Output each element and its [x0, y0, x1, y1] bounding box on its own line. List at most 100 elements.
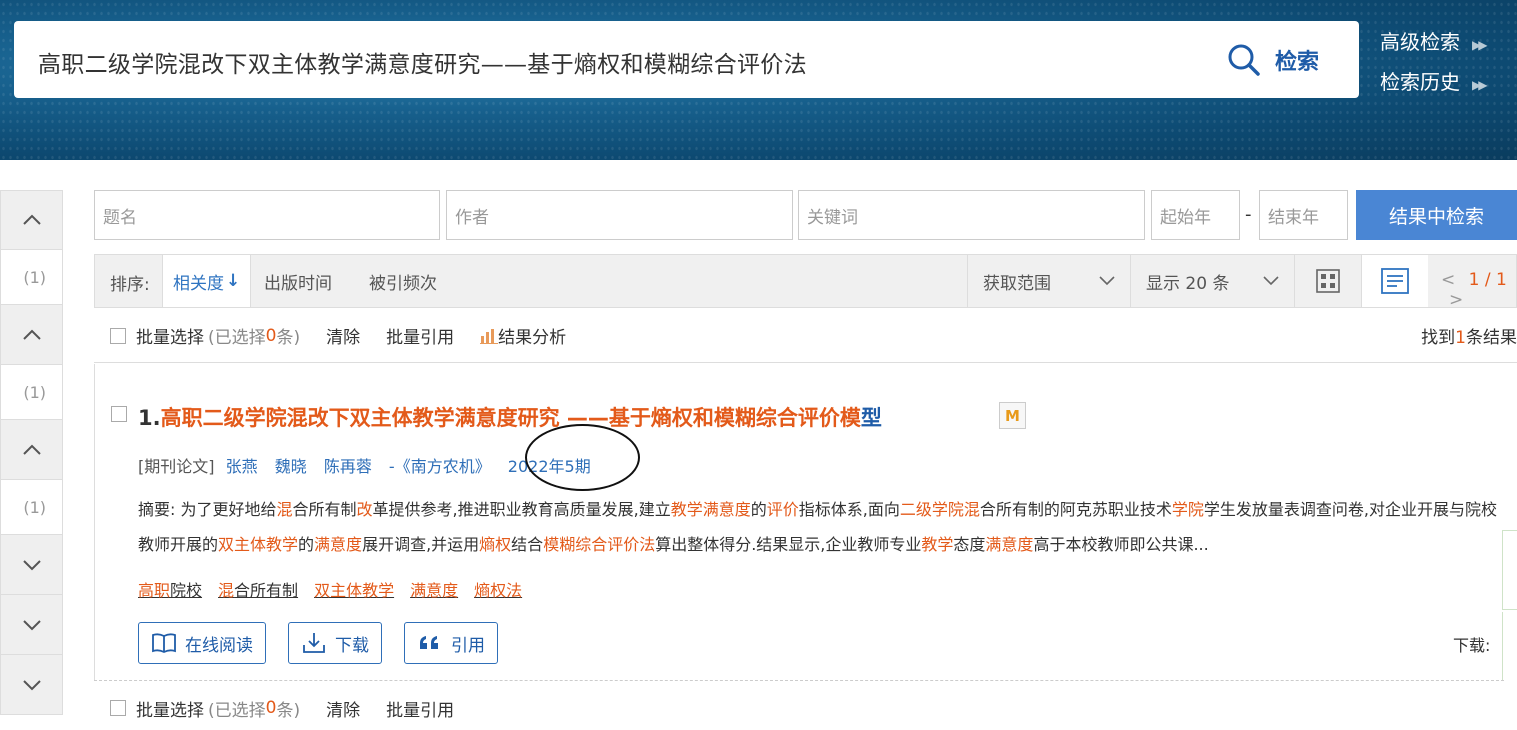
selected-prefix: (已选择 — [208, 328, 266, 348]
result-title-tail: 型 — [860, 406, 882, 430]
result-abstract: 摘要: 为了更好地给混合所有制改革提供参考,推进职业教育高质量发展,建立教学满意… — [138, 492, 1503, 562]
abstract-highlight: 教学 — [921, 535, 954, 554]
clear-button[interactable]: 清除 — [326, 696, 360, 721]
keyword-link[interactable]: 混合所有制 — [218, 581, 298, 600]
keyword-highlight: 高职 — [138, 581, 171, 600]
result-checkbox[interactable] — [111, 406, 127, 422]
selected-suffix: 条) — [276, 328, 301, 348]
keyword-link[interactable]: 高职院校 — [138, 581, 202, 600]
scope-label: 获取范围 — [983, 273, 1051, 294]
header-links: 高级检索 ▶▶ 检索历史 ▶▶ — [1380, 24, 1488, 104]
filter-rail: (1) (1) (1) — [0, 190, 63, 715]
abstract-highlight: 满意度 — [314, 535, 363, 554]
expand-toggle[interactable] — [0, 595, 63, 655]
m-badge-icon: M — [999, 402, 1026, 429]
abstract-text: 指标体系,面向 — [798, 500, 900, 519]
abstract-highlight: 双主体教学 — [218, 535, 299, 554]
batch-select-checkbox[interactable] — [110, 700, 126, 716]
author-field[interactable]: 作者 — [446, 190, 793, 240]
download-button[interactable]: 下载 — [288, 622, 382, 664]
result-type: [期刊论文] — [138, 457, 215, 476]
double-chevron-right-icon: ▶▶ — [1472, 38, 1488, 52]
read-online-label: 在线阅读 — [185, 635, 253, 656]
sort-bar: 排序: 相关度 ↓ 出版时间 被引频次 获取范围 显示 20 条 < 1 / 1 … — [94, 254, 1517, 310]
chevron-down-icon — [1099, 276, 1115, 286]
download-icon — [303, 633, 325, 653]
batch-select-checkbox[interactable] — [110, 327, 126, 344]
pager-prev[interactable]: < — [1441, 270, 1455, 290]
year-range-dash: - — [1245, 204, 1252, 225]
book-open-icon — [152, 633, 176, 654]
cite-label: 引用 — [451, 635, 485, 656]
abstract-highlight: 教学满意度 — [670, 500, 751, 519]
sort-relevance[interactable]: 相关度 ↓ — [162, 255, 252, 307]
start-year-field[interactable]: 起始年 — [1151, 190, 1240, 240]
list-view-button[interactable] — [1361, 255, 1428, 307]
list-icon — [1381, 268, 1409, 294]
found-prefix: 找到 — [1421, 328, 1456, 348]
batch-select-label: 批量选择 — [136, 700, 204, 721]
author-link[interactable]: 魏晓 — [275, 457, 307, 476]
search-history-link[interactable]: 检索历史 ▶▶ — [1380, 64, 1488, 104]
analysis-button[interactable]: 结果分析 — [480, 323, 566, 348]
sort-pub-time[interactable]: 出版时间 — [264, 255, 332, 307]
clear-button[interactable]: 清除 — [326, 323, 360, 348]
batch-cite-button[interactable]: 批量引用 — [386, 323, 454, 348]
abstract-text: 革提供参考,推进职业教育高质量发展,建立 — [372, 500, 671, 519]
abstract-highlight: 模糊综合评价法 — [543, 535, 656, 554]
search-button[interactable]: 检索 — [1227, 41, 1319, 79]
quote-icon — [420, 636, 438, 649]
abstract-text: 展开调查,并运用 — [362, 535, 480, 554]
author-link[interactable]: 陈再蓉 — [324, 457, 372, 476]
selected-suffix: 条) — [276, 700, 301, 721]
collapse-toggle[interactable] — [0, 420, 63, 480]
collapse-toggle[interactable] — [0, 190, 63, 250]
download-label: 下载 — [335, 635, 369, 656]
selected-count: 0 — [265, 698, 277, 718]
grid-view-button[interactable] — [1294, 255, 1361, 307]
sort-cited[interactable]: 被引频次 — [369, 255, 437, 307]
title-field[interactable]: 题名 — [94, 190, 440, 240]
search-history-label: 检索历史 — [1380, 70, 1460, 94]
keyword-link[interactable]: 双主体教学 — [314, 581, 394, 600]
page-size-dropdown[interactable]: 显示 20 条 — [1130, 255, 1294, 307]
author-link[interactable]: 张燕 — [226, 457, 258, 476]
search-box[interactable]: 高职二级学院混改下双主体教学满意度研究——基于熵权和模糊综合评价法 检索 — [14, 21, 1359, 98]
search-in-results-button[interactable]: 结果中检索 — [1356, 190, 1517, 240]
batch-cite-button[interactable]: 批量引用 — [386, 696, 454, 721]
search-input[interactable]: 高职二级学院混改下双主体教学满意度研究——基于熵权和模糊综合评价法 — [38, 45, 807, 79]
collapse-toggle[interactable] — [0, 305, 63, 365]
journal-link[interactable]: -《南方农机》 — [389, 457, 491, 476]
abstract-text: 的 — [750, 500, 767, 519]
abstract-label: 摘要: — [138, 500, 176, 519]
chevron-down-icon — [22, 619, 41, 630]
result-title-main: 高职二级学院混改下双主体教学满意度研究 ——基于熵权和模糊综合评价模 — [160, 406, 861, 430]
analysis-label: 结果分析 — [498, 328, 567, 348]
result-item: 1.高职二级学院混改下双主体教学满意度研究 ——基于熵权和模糊综合评价模型 M … — [94, 364, 1517, 680]
end-year-field[interactable]: 结束年 — [1259, 190, 1348, 240]
chevron-down-icon — [22, 559, 41, 570]
abstract-highlight: 二级学院混 — [899, 500, 980, 519]
abstract-text: 为了更好地给 — [175, 500, 277, 519]
facet-count: (1) — [0, 365, 63, 420]
expand-toggle[interactable] — [0, 655, 63, 715]
read-online-button[interactable]: 在线阅读 — [138, 622, 266, 664]
cite-button[interactable]: 引用 — [404, 622, 498, 664]
facet-count: (1) — [0, 250, 63, 305]
chevron-up-icon — [22, 444, 41, 455]
side-panel-tab[interactable] — [1502, 530, 1517, 610]
chevron-down-icon — [1263, 276, 1279, 286]
abstract-highlight: 熵权 — [479, 535, 512, 554]
result-title-link[interactable]: 1.高职二级学院混改下双主体教学满意度研究 ——基于熵权和模糊综合评价模型 — [138, 402, 882, 432]
pager-total: 1 — [1496, 270, 1507, 290]
sort-label: 排序: — [110, 275, 150, 295]
scope-dropdown[interactable]: 获取范围 — [967, 255, 1130, 307]
annotation-circle — [525, 424, 640, 491]
advanced-search-link[interactable]: 高级检索 ▶▶ — [1380, 24, 1488, 64]
keyword-link[interactable]: 熵权法 — [474, 581, 522, 600]
expand-toggle[interactable] — [0, 535, 63, 595]
pager-next[interactable]: > — [1449, 290, 1463, 310]
abstract-highlight: 改 — [356, 500, 373, 519]
keyword-field[interactable]: 关键词 — [798, 190, 1145, 240]
keyword-link[interactable]: 满意度 — [410, 581, 458, 600]
